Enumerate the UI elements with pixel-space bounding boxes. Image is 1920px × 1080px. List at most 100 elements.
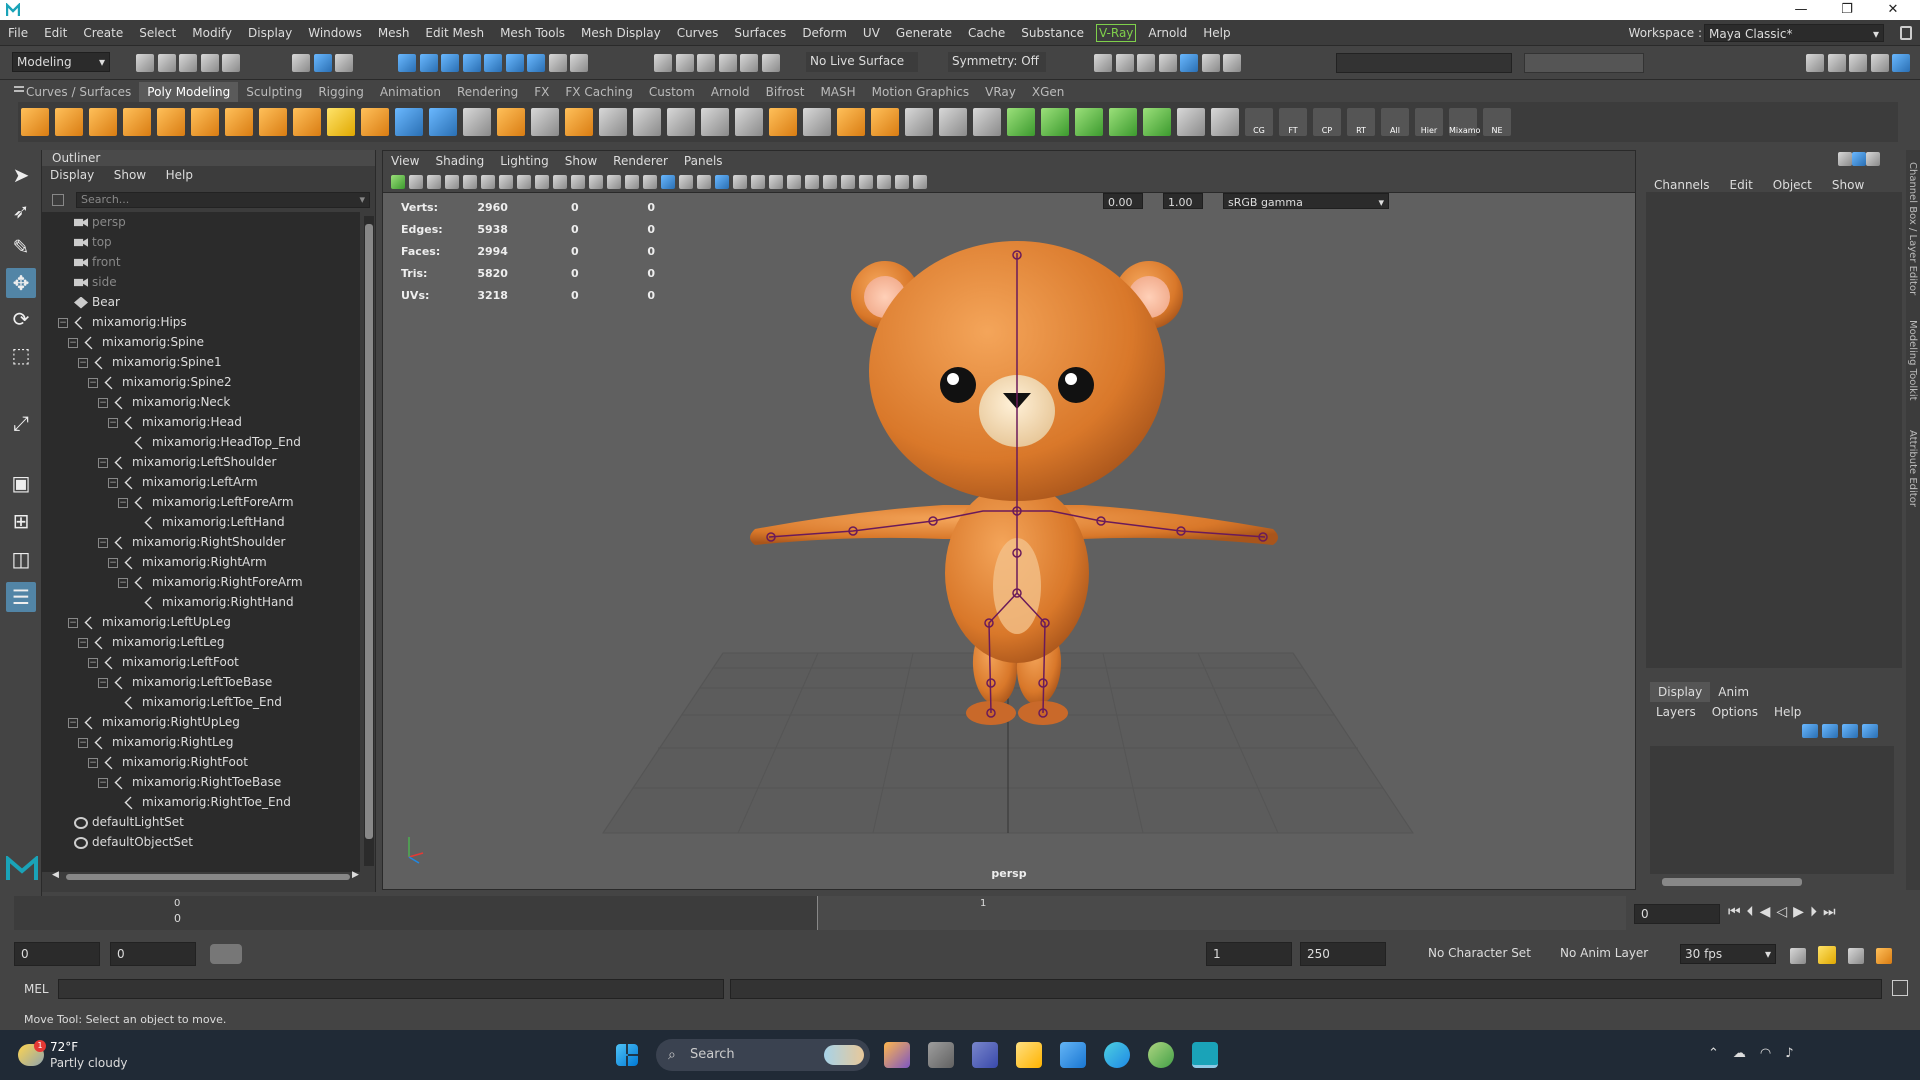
- scroll-right-icon[interactable]: ▶: [352, 870, 359, 880]
- windows-start-icon[interactable]: [616, 1044, 638, 1066]
- outliner-item[interactable]: side: [42, 272, 360, 292]
- snap-vertex-icon[interactable]: [761, 54, 780, 72]
- bevel-icon[interactable]: [531, 108, 559, 136]
- render-setup-icon[interactable]: [1201, 54, 1220, 72]
- viewport-menu-show[interactable]: Show: [557, 151, 605, 171]
- filter-icon[interactable]: [52, 194, 64, 206]
- viewport-menu-view[interactable]: View: [383, 151, 427, 171]
- menu-mesh-tools[interactable]: Mesh Tools: [492, 20, 573, 46]
- minimize-button[interactable]: —: [1778, 0, 1824, 20]
- step-forward-frame-icon[interactable]: ⏵: [1810, 904, 1823, 920]
- collapse-icon[interactable]: −: [108, 477, 118, 488]
- outliner-menu-show[interactable]: Show: [106, 166, 154, 184]
- scale-tool-icon[interactable]: ⬚: [6, 340, 36, 370]
- hik-icon[interactable]: [1109, 108, 1137, 136]
- layer-menu-options[interactable]: Options: [1704, 702, 1766, 722]
- go-to-start-icon[interactable]: ⏮: [1728, 904, 1747, 920]
- hscrollbar-thumb[interactable]: [1662, 878, 1802, 886]
- paint-select-tool-icon[interactable]: ✎: [6, 232, 36, 262]
- outliner-hscrollbar[interactable]: ◀ ▶: [52, 870, 362, 882]
- loop-icon[interactable]: [1790, 948, 1806, 964]
- pause-viewport-icon[interactable]: [1223, 54, 1241, 72]
- quick-select-input[interactable]: [1524, 53, 1644, 73]
- outliner-item[interactable]: mixamorig:HeadTop_End: [42, 432, 360, 452]
- fps-select[interactable]: 30 fps ▾: [1680, 944, 1776, 964]
- ik-handle-icon[interactable]: [1177, 108, 1205, 136]
- menu-arnold[interactable]: Arnold: [1140, 20, 1195, 46]
- menu-select[interactable]: Select: [131, 20, 184, 46]
- wifi-icon[interactable]: ◠: [1760, 1046, 1785, 1061]
- wireframe-on-shaded-icon[interactable]: [697, 175, 711, 189]
- hscrollbar-thumb[interactable]: [66, 874, 350, 880]
- collapse-icon[interactable]: −: [88, 757, 98, 768]
- redo-icon[interactable]: [222, 54, 240, 72]
- svg-tool-icon[interactable]: [361, 108, 389, 136]
- onedrive-icon[interactable]: ☁: [1733, 1046, 1760, 1061]
- use-all-lights-icon[interactable]: [733, 175, 747, 189]
- channel-box-icon[interactable]: [1892, 54, 1910, 72]
- outliner-item[interactable]: − mixamorig:LeftLeg: [42, 632, 360, 652]
- quick-rig-icon[interactable]: [1075, 108, 1103, 136]
- outliner-item[interactable]: − mixamorig:LeftArm: [42, 472, 360, 492]
- collapse-icon[interactable]: −: [118, 497, 128, 508]
- outliner-item[interactable]: − mixamorig:RightToeBase: [42, 772, 360, 792]
- menu-edit-mesh[interactable]: Edit Mesh: [417, 20, 492, 46]
- render-settings-icon[interactable]: [1158, 54, 1177, 72]
- smooth-shade-icon[interactable]: [661, 175, 675, 189]
- screen-space-ao-icon[interactable]: [769, 175, 783, 189]
- outliner-item[interactable]: Bear: [42, 292, 360, 312]
- collapse-icon[interactable]: −: [98, 777, 108, 788]
- collapse-icon[interactable]: −: [68, 717, 78, 728]
- xray-icon[interactable]: [859, 175, 873, 189]
- xray-joints-icon[interactable]: [877, 175, 891, 189]
- shelf-ne-icon[interactable]: NE: [1483, 108, 1511, 136]
- shelf-tab-fx-caching[interactable]: FX Caching: [557, 82, 640, 102]
- four-view-layout-icon[interactable]: ⊞: [6, 506, 36, 536]
- outliner-item[interactable]: mixamorig:LeftHand: [42, 512, 360, 532]
- menu-create[interactable]: Create: [75, 20, 131, 46]
- new-layer-icon[interactable]: [1842, 724, 1858, 738]
- poly-sphere-icon[interactable]: [21, 108, 49, 136]
- outliner-item[interactable]: mixamorig:RightHand: [42, 592, 360, 612]
- current-frame-field[interactable]: 0: [1634, 904, 1720, 924]
- fill-hole-icon[interactable]: [633, 108, 661, 136]
- sync-icon[interactable]: [1852, 152, 1866, 166]
- extrude-icon[interactable]: [497, 108, 525, 136]
- shelf-hier-icon[interactable]: Hier: [1415, 108, 1443, 136]
- shelf-ft-icon[interactable]: FT: [1279, 108, 1307, 136]
- outliner-search-input[interactable]: Search... ▾: [76, 192, 370, 208]
- shelf-tab-arnold[interactable]: Arnold: [703, 82, 758, 102]
- shelf-tab-xgen[interactable]: XGen: [1024, 82, 1073, 102]
- side-tab-modeling-toolkit[interactable]: Modeling Toolkit: [1907, 320, 1918, 401]
- paint-weights-icon[interactable]: [1041, 108, 1069, 136]
- knife-icon[interactable]: [973, 108, 1001, 136]
- append-polygon-icon[interactable]: [599, 108, 627, 136]
- attribute-editor-icon[interactable]: [1849, 54, 1867, 72]
- go-to-end-icon[interactable]: ⏭: [1823, 904, 1842, 920]
- shelf-tab-vray[interactable]: VRay: [977, 82, 1024, 102]
- bookmarks-icon[interactable]: [445, 175, 459, 189]
- playback-start-field[interactable]: 0: [110, 942, 196, 966]
- poly-torus-icon[interactable]: [157, 108, 185, 136]
- outliner-item[interactable]: − mixamorig:Hips: [42, 312, 360, 332]
- maximize-button[interactable]: ❐: [1824, 0, 1870, 20]
- volume-icon[interactable]: ♪: [1785, 1046, 1807, 1061]
- outliner-item[interactable]: mixamorig:LeftToe_End: [42, 692, 360, 712]
- menu-surfaces[interactable]: Surfaces: [726, 20, 794, 46]
- resolution-gate-icon[interactable]: [553, 175, 567, 189]
- exposure-icon[interactable]: [913, 175, 927, 189]
- render-view-icon[interactable]: [1115, 54, 1134, 72]
- new-layer-selected-icon[interactable]: [1862, 724, 1878, 738]
- shadows-icon[interactable]: [751, 175, 765, 189]
- new-scene-icon[interactable]: [136, 54, 154, 72]
- motion-blur-icon[interactable]: [787, 175, 801, 189]
- joint-tool-icon[interactable]: [1143, 108, 1171, 136]
- collapse-icon[interactable]: −: [78, 637, 88, 648]
- modeling-toolkit-icon[interactable]: [1806, 54, 1824, 72]
- character-set-select[interactable]: No Character Set: [1428, 946, 1531, 960]
- move-layer-up-icon[interactable]: [1802, 724, 1818, 738]
- type-tool-icon[interactable]: [327, 108, 355, 136]
- menu-cache[interactable]: Cache: [960, 20, 1013, 46]
- outliner-item[interactable]: mixamorig:RightToe_End: [42, 792, 360, 812]
- safe-action-icon[interactable]: [607, 175, 621, 189]
